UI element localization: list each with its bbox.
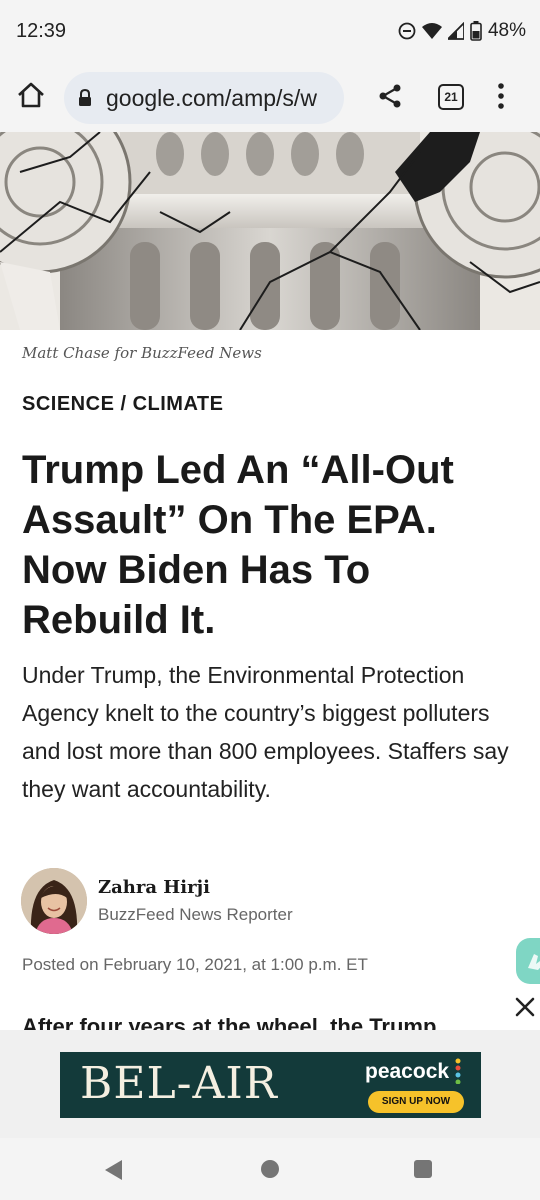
status-bar: 12:39 48% [0,0,540,64]
peacock-dots [455,1058,461,1089]
photo-credit: Matt Chase for BuzzFeed News [22,344,262,362]
url-text: google.com/amp/s/w [106,85,317,111]
ad-brand-logo: peacock [365,1060,450,1083]
feedback-widget[interactable] [516,938,540,984]
ad-signup-button[interactable]: SIGN UP NOW [368,1091,464,1113]
ad-title: BEL-AIR [80,1058,278,1109]
system-nav-bar [0,1138,540,1200]
back-icon[interactable] [104,1159,124,1186]
status-time: 12:39 [16,20,67,42]
battery-percent: 48% [487,20,526,41]
browser-toolbar: google.com/amp/s/w 21 [0,64,540,132]
author-role: BuzzFeed News Reporter [98,905,293,924]
status-icons: 48% [398,20,526,42]
address-bar[interactable]: google.com/amp/s/w [64,72,344,124]
home-icon[interactable] [16,80,50,114]
dnd-icon [398,22,416,40]
home-nav-button[interactable] [261,1160,279,1178]
menu-icon[interactable] [496,82,506,115]
battery-icon [470,21,482,41]
article-headline: Trump Led An “All-Out Assault” On The EP… [22,448,454,642]
close-icon[interactable] [510,992,540,1022]
share-icon[interactable] [376,82,404,115]
tabs-icon[interactable]: 21 [438,84,464,110]
lock-icon [78,88,92,112]
category-link[interactable]: SCIENCE / CLIMATE [22,393,223,416]
publish-date: Posted on February 10, 2021, at 1:00 p.m… [22,955,368,974]
article-body-peek: After four years at the wheel, the Trump [22,1014,437,1030]
recents-button[interactable] [414,1160,432,1178]
signal-icon [447,22,464,40]
ad-banner[interactable]: BEL-AIR peacock SIGN UP NOW [60,1052,481,1118]
hero-image [0,132,540,330]
author-name[interactable]: Zahra Hirji [98,877,210,898]
article-dek: Under Trump, the Environmental Protectio… [22,662,509,802]
author-avatar[interactable] [21,868,87,934]
wifi-icon [421,22,442,40]
